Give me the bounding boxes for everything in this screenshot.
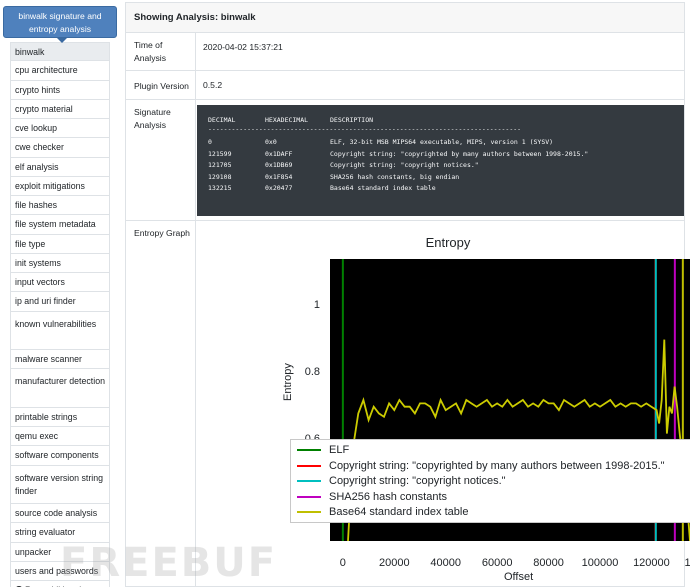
sidebar-item-file-system-metadata[interactable]: file system metadata: [10, 215, 110, 235]
sidebar-item-binwalk[interactable]: binwalk: [10, 42, 110, 62]
chart-title: Entropy: [425, 235, 471, 250]
y-axis-label: Entropy: [282, 363, 294, 401]
time-row: Time of Analysis 2020-04-02 15:37:21: [126, 33, 684, 71]
signature-row-cell: Base64 standard index table: [330, 184, 436, 192]
sidebar-item-cve-lookup[interactable]: cve lookup: [10, 119, 110, 139]
legend-swatch: [297, 511, 321, 514]
tooltip: binwalk signature and entropy analysis: [3, 6, 117, 43]
sidebar-item-file-type[interactable]: file type: [10, 234, 110, 254]
signature-row-cell: 0x20477: [265, 184, 293, 192]
entropy-chart: Entropy 0.40.60.81 020000400006000080000…: [198, 233, 690, 587]
signature-row: 121705 0x1DB69 Copyright string: "copyrigh…: [208, 160, 684, 172]
legend-label: ELF: [329, 444, 350, 456]
legend-entry: SHA256 hash constants: [297, 490, 690, 506]
analysis-card: Showing Analysis: binwalk Time of Analys…: [125, 2, 690, 587]
signature-row-cell: 0x1DAFF: [265, 149, 293, 158]
time-label: Time of Analysis: [126, 33, 196, 70]
sidebar-item-manufacturer-detection[interactable]: manufacturer detection: [10, 369, 110, 408]
sidebar-item-software-version-string-finder[interactable]: software version string finder: [10, 465, 110, 504]
card-title: Showing Analysis: binwalk: [126, 3, 684, 33]
sidebar-item-printable-strings[interactable]: printable strings: [10, 407, 110, 427]
entropy-label: Entropy Graph: [126, 221, 196, 587]
signature-row-cell: Copyright string: "copyrighted by many a…: [330, 149, 589, 158]
signature-label: Signature Analysis: [126, 100, 196, 220]
legend-entry: Copyright string: "copyrighted by many a…: [297, 459, 690, 475]
legend-swatch: [297, 480, 321, 483]
sidebar-item-qemu-exec[interactable]: qemu exec: [10, 427, 110, 447]
sidebar-item-crypto-material[interactable]: crypto material: [10, 99, 110, 119]
legend-swatch: [297, 464, 321, 467]
sidebar-item-known-vulnerabilities[interactable]: known vulnerabilities: [10, 311, 110, 350]
legend-entry: Copyright string: "copyright notices.": [297, 474, 690, 490]
signature-row: 121599 0x1DAFF Copyright string: "copyrigh…: [208, 149, 684, 161]
sidebar-item-cpu-architecture[interactable]: cpu architecture: [10, 61, 110, 81]
legend-swatch: [297, 495, 321, 498]
sidebar-item-ip-and-uri-finder[interactable]: ip and uri finder: [10, 292, 110, 312]
plugin-version-label: Plugin Version: [126, 71, 196, 99]
sidebar-item-init-systems[interactable]: init systems: [10, 253, 110, 273]
legend-swatch: [297, 449, 321, 452]
signature-row: 129108 0x1F854 SHA256 hash constants, big …: [208, 172, 684, 184]
signature-row-cell: 0x1DB69: [265, 161, 293, 169]
sidebar-item-exploit-mitigations[interactable]: exploit mitigations: [10, 176, 110, 196]
legend-label: Copyright string: "copyrighted by many a…: [329, 459, 665, 472]
signature-row-cell: Copyright string: "copyright notices.": [330, 161, 479, 169]
legend-entry: Base64 standard index table: [297, 505, 690, 521]
watermark: FREEBUF: [60, 540, 278, 586]
x-tick-label: 140000: [684, 557, 690, 569]
sidebar-item-crypto-hints[interactable]: crypto hints: [10, 80, 110, 100]
legend-entry: ELF: [297, 443, 690, 459]
chart-legend: ELF Copyright string: "copyrighted by man…: [290, 439, 690, 523]
signature-row: Signature Analysis DECIMAL HEXADECIMAL DES…: [126, 100, 684, 221]
signature-row-cell: 121705: [208, 161, 232, 169]
y-tick-label: 1: [313, 299, 320, 311]
sidebar-item-cwe-checker[interactable]: cwe checker: [10, 138, 110, 158]
sidebar-item-malware-scanner[interactable]: malware scanner: [10, 350, 110, 370]
legend-label: SHA256 hash constants: [329, 490, 448, 503]
y-tick-label: 0.8: [304, 366, 320, 379]
signature-separator: ----------------------------------------…: [208, 124, 522, 133]
signature-row-cell: 121599: [208, 149, 232, 158]
sidebar-item-elf-analysis[interactable]: elf analysis: [10, 157, 110, 177]
sidebar: binwalk cpu architecture crypto hints crypt…: [8, 0, 110, 587]
x-axis-label: Offset: [504, 571, 534, 583]
signature-row: 0 0x0 ELF, 32-bit MSB MIPS64 executable, M…: [208, 137, 684, 149]
sidebar-item-input-vectors[interactable]: input vectors: [10, 273, 110, 293]
sidebar-item-software-components[interactable]: software components: [10, 446, 110, 466]
signature-row-cell: SHA256 hash constants, big endian: [330, 172, 460, 181]
signature-row-cell: 0x0: [265, 138, 277, 146]
signature-row-cell: 129108: [208, 172, 232, 181]
entropy-row: Entropy Graph Entropy 0.40.60.81 0200004…: [126, 221, 690, 587]
time-value: 2020-04-02 15:37:21: [203, 42, 283, 52]
signature-row: 132215 0x20477 Base64 standard index table: [208, 183, 684, 195]
signature-row-cell: 0: [208, 138, 212, 146]
plugin-version-value: 0.5.2: [203, 80, 223, 90]
signature-row-cell: 132215: [208, 184, 232, 192]
sidebar-item-file-hashes[interactable]: file hashes: [10, 196, 110, 216]
signature-row-cell: 0x1F854: [265, 172, 293, 181]
sidebar-item-source-code-analysis[interactable]: source code analysis: [10, 504, 110, 524]
analysis-plugin-list: binwalk cpu architecture crypto hints crypt…: [10, 42, 110, 587]
plugin-version-row: Plugin Version 0.5.2: [126, 71, 684, 100]
signature-row-cell: ELF, 32-bit MSB MIPS64 executable, MIPS,…: [330, 138, 554, 146]
legend-label: Copyright string: "copyright notices.": [329, 475, 506, 487]
legend-label: Base64 standard index table: [329, 506, 469, 518]
signature-output: DECIMAL HEXADECIMAL DESCRIPTION -----------…: [197, 105, 684, 216]
